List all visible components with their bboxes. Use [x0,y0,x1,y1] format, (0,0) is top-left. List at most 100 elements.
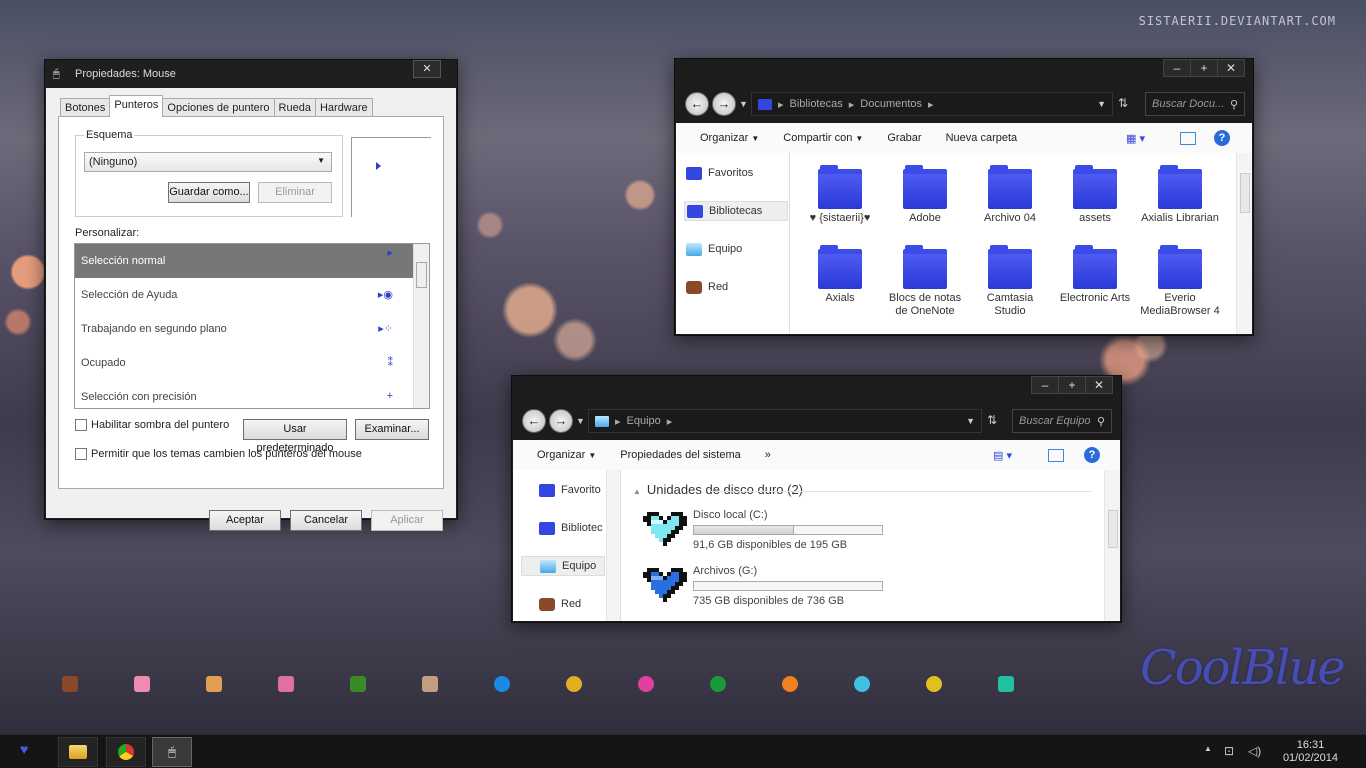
refresh-icon[interactable]: ⇅ [1118,96,1128,110]
search-input[interactable]: Buscar Docu... ⚲ [1145,92,1245,116]
close-button[interactable]: ✕ [413,60,441,78]
sidebar-item-red[interactable]: Red [539,594,581,614]
sidebar-item-favoritos[interactable]: Favorito [539,480,601,500]
tab-opciones-puntero[interactable]: Opciones de puntero [162,98,275,117]
shadow-checkbox[interactable]: Habilitar sombra del puntero [75,419,229,431]
maximize-button[interactable]: + [1190,59,1218,77]
breadcrumb-bibliotecas[interactable]: Bibliotecas [790,98,843,110]
pencil-dock-icon[interactable] [422,676,438,692]
tab-botones[interactable]: Botones [60,98,111,117]
share-with-button[interactable]: Compartir con ▼ [771,132,875,144]
forward-button[interactable]: → [712,92,736,116]
app-dock-icon[interactable] [926,676,942,692]
network-tray-icon[interactable]: ⊡ [1224,744,1234,758]
checkbox-box[interactable] [75,419,87,431]
show-hidden-icons-icon[interactable]: ▲ [1204,744,1212,753]
back-button[interactable]: ← [522,409,546,433]
globe-dock-icon[interactable] [710,676,726,692]
organize-button[interactable]: Organizar ▼ [513,449,608,461]
list-item[interactable]: Ocupado ⁑ [75,346,429,380]
volume-tray-icon[interactable]: ◁) [1248,744,1261,758]
minimize-button[interactable]: – [1163,59,1191,77]
close-button[interactable]: ✕ [1217,59,1245,77]
list-item[interactable]: Selección con precisión + [75,380,429,408]
preview-pane-icon[interactable] [1048,448,1064,462]
folder-item[interactable]: Everio MediaBrowser 4 [1140,245,1220,318]
system-properties-button[interactable]: Propiedades del sistema [608,449,752,461]
new-folder-button[interactable]: Nueva carpeta [934,132,1030,144]
taskbar-clock[interactable]: 16:31 01/02/2014 [1283,739,1338,765]
folder-item[interactable]: Electronic Arts [1055,245,1135,305]
chrome-taskbar-button[interactable] [106,737,146,767]
start-heart-icon[interactable]: ♥ [20,741,28,757]
mouse-properties-taskbar-button[interactable]: 🖱 [152,737,192,767]
breadcrumb-documentos[interactable]: Documentos [860,98,922,110]
history-dropdown-icon[interactable]: ▼ [576,416,585,426]
ok-button[interactable]: Aceptar [209,510,281,531]
refresh-icon[interactable]: ⇅ [987,413,997,427]
folder-item[interactable]: Adobe [885,165,965,225]
folder-item[interactable]: Axials [800,245,880,305]
scrollbar-thumb[interactable] [416,262,427,288]
sidebar-item-bibliotecas[interactable]: Bibliotecas [684,201,788,221]
tab-rueda[interactable]: Rueda [273,98,316,117]
sidebar-item-favoritos[interactable]: Favoritos [686,163,753,183]
navigation-scrollbar[interactable] [606,470,620,621]
minecraft-dock-icon[interactable] [350,676,366,692]
sidebar-item-bibliotecas[interactable]: Bibliotec [539,518,603,538]
breadcrumb-equipo[interactable]: Equipo [627,415,661,427]
section-header[interactable]: ▲ Unidades de disco duro (2) [633,482,803,497]
maximize-button[interactable]: + [1058,376,1086,394]
help-icon[interactable]: ? [1214,130,1230,146]
package-dock-icon[interactable] [206,676,222,692]
scrollbar-thumb[interactable] [1240,173,1250,213]
browse-button[interactable]: Examinar... [355,419,429,440]
minimize-button[interactable]: – [1031,376,1059,394]
explorer-taskbar-button[interactable] [58,737,98,767]
save-as-button[interactable]: Guardar como... [168,182,250,203]
tab-hardware[interactable]: Hardware [314,98,373,117]
more-commands-button[interactable]: » [753,449,783,461]
scheme-select[interactable]: (Ninguno) ▼ [84,152,332,172]
view-options-icon[interactable]: ▤ ▾ [993,449,1012,462]
pointer-list-scrollbar[interactable] [413,244,429,408]
dialog-title-bar[interactable]: 🖱 Propiedades: Mouse [45,60,457,88]
themes-checkbox[interactable]: Permitir que los temas cambien los punte… [75,448,362,460]
sidebar-item-equipo[interactable]: Equipo [686,239,742,259]
address-bar[interactable]: ▸ Equipo ▸ ▼ [588,409,982,433]
folder-view-scrollbar[interactable] [1236,153,1252,334]
folder-item[interactable]: Blocs de notas de OneNote [885,245,965,318]
address-dropdown-icon[interactable]: ▼ [1097,99,1106,109]
drive-item[interactable]: Archivos (G:) 735 GB disponibles de 736 … [643,564,883,608]
use-default-button[interactable]: Usar predeterminado [243,419,347,454]
collapse-icon[interactable]: ▲ [633,487,641,496]
drive-item[interactable]: Disco local (C:) 91,6 GB disponibles de … [643,508,883,552]
scrollbar-thumb[interactable] [1108,510,1118,548]
folder-item[interactable]: ♥ {sistaerii}♥ [800,165,880,225]
app-dock-icon[interactable] [782,676,798,692]
preview-pane-icon[interactable] [1180,131,1196,145]
folder-item[interactable]: Axialis Librarian [1140,165,1220,225]
folder-item[interactable]: Archivo 04 [970,165,1050,225]
back-button[interactable]: ← [685,92,709,116]
apply-button[interactable]: Aplicar [371,510,443,531]
app-dock-icon[interactable] [998,676,1014,692]
network-dock-icon[interactable] [62,676,78,692]
list-item[interactable]: Trabajando en segundo plano ▸⁘ [75,312,429,346]
view-options-icon[interactable]: ▦ ▾ [1126,132,1145,145]
search-input[interactable]: Buscar Equipo ⚲ [1012,409,1112,433]
address-bar[interactable]: ▸ Bibliotecas ▸ Documentos ▸ ▼ [751,92,1113,116]
address-dropdown-icon[interactable]: ▼ [966,416,975,426]
forward-button[interactable]: → [549,409,573,433]
app-dock-icon[interactable] [566,676,582,692]
help-icon[interactable]: ? [1084,447,1100,463]
app-dock-icon[interactable] [854,676,870,692]
delete-button[interactable]: Eliminar [258,182,332,203]
image-dock-icon[interactable] [278,676,294,692]
list-item[interactable]: Selección de Ayuda ▸◉ [75,278,429,312]
organize-button[interactable]: Organizar ▼ [676,132,771,144]
bubbles-dock-icon[interactable] [494,676,510,692]
burn-button[interactable]: Grabar [875,132,933,144]
app-dock-icon[interactable] [638,676,654,692]
history-dropdown-icon[interactable]: ▼ [739,99,748,109]
